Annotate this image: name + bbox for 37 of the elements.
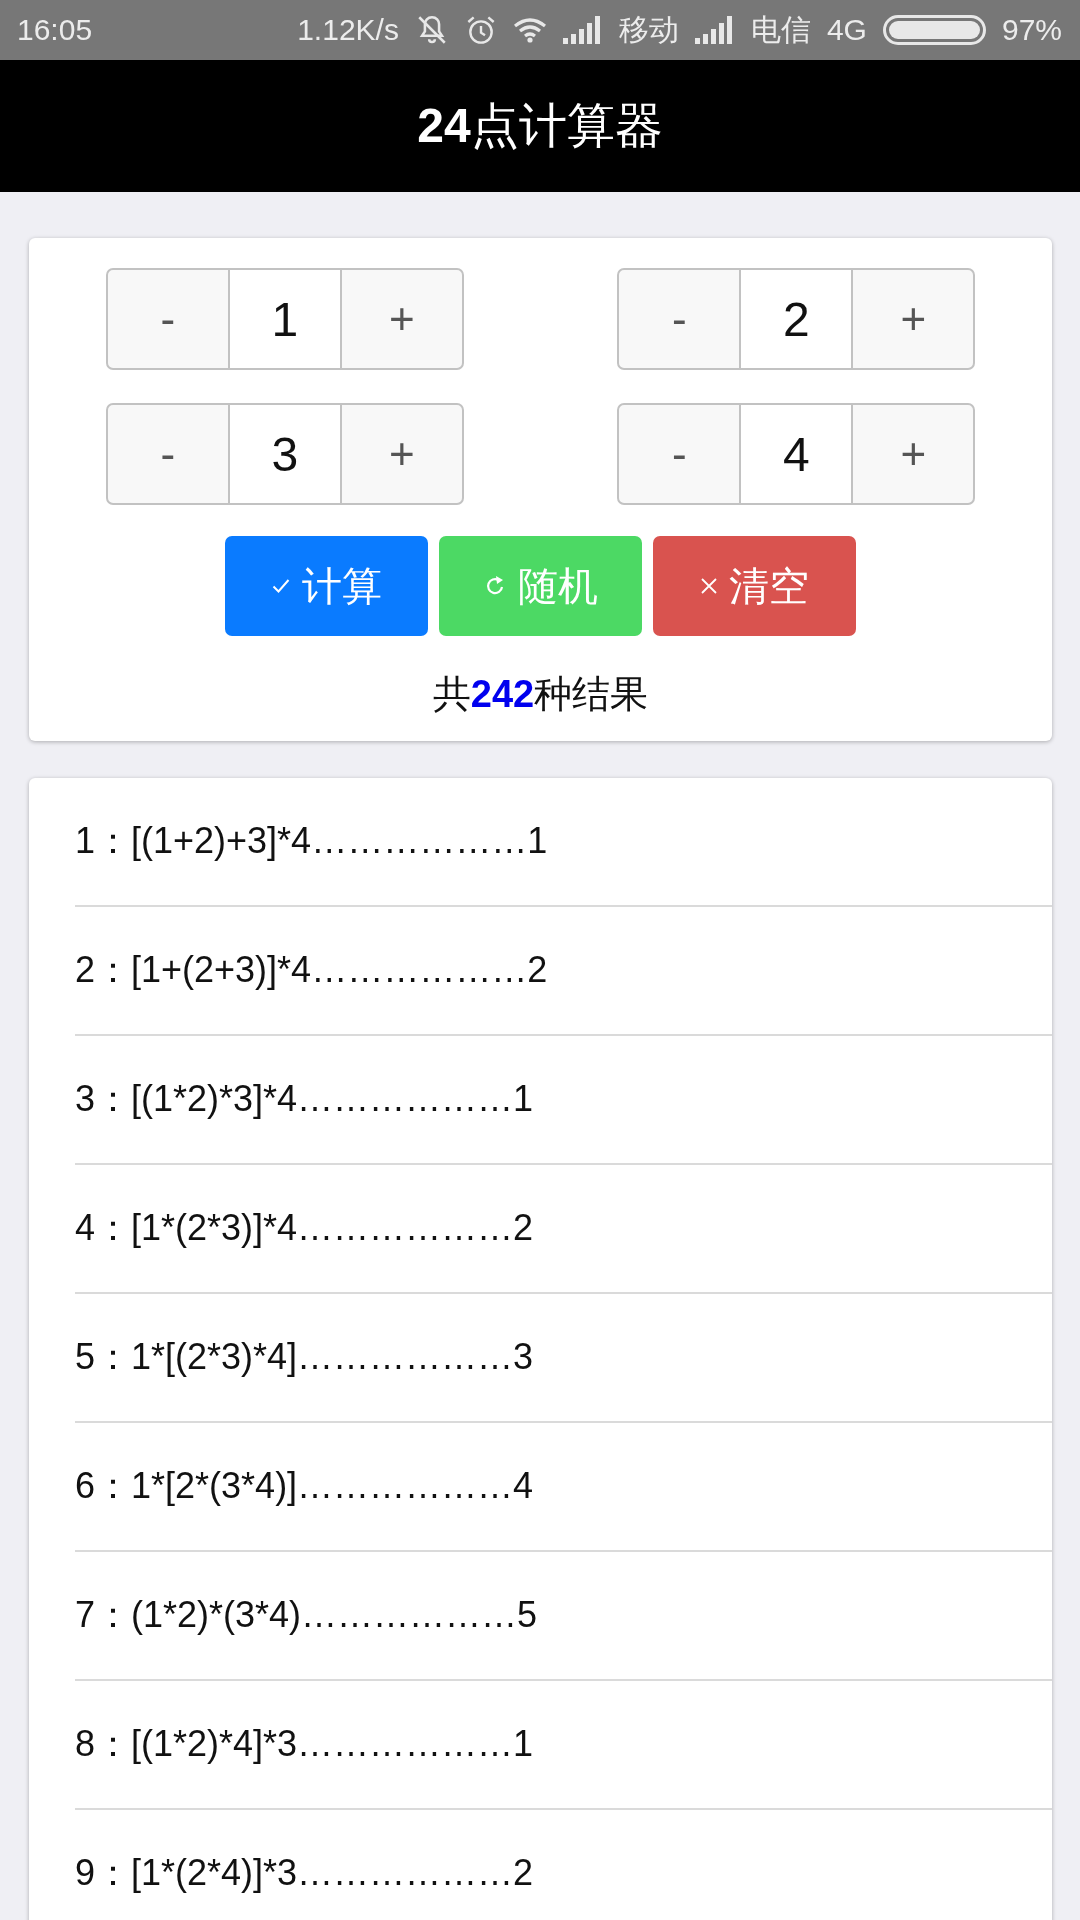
number-field[interactable]: 4 bbox=[741, 403, 852, 505]
plus-button[interactable]: + bbox=[339, 403, 464, 505]
plus-button[interactable]: + bbox=[851, 403, 976, 505]
plus-button[interactable]: + bbox=[339, 268, 464, 370]
result-text: 7：(1*2)*(3*4)………………5 bbox=[75, 1593, 538, 1637]
signal-icon bbox=[562, 16, 603, 44]
result-text: 6：1*[2*(3*4)]………………4 bbox=[75, 1464, 534, 1508]
result-text: 9：[1*(2*4)]*3………………2 bbox=[75, 1851, 534, 1895]
plus-button[interactable]: + bbox=[851, 268, 976, 370]
check-icon bbox=[271, 578, 290, 594]
clear-button[interactable]: 清空 bbox=[653, 536, 856, 636]
battery-icon bbox=[882, 15, 986, 45]
battery-percent: 97% bbox=[1001, 13, 1062, 47]
page-title: 24点计算器 bbox=[417, 98, 663, 154]
minus-button[interactable]: - bbox=[617, 268, 742, 370]
signal-icon bbox=[694, 16, 735, 44]
result-text: 4：[1*(2*3)]*4………………2 bbox=[75, 1206, 534, 1250]
result-count: 共242种结果 bbox=[432, 672, 649, 717]
close-icon bbox=[700, 578, 717, 594]
result-text: 3：[(1*2)*3]*4………………1 bbox=[75, 1077, 534, 1121]
wifi-icon bbox=[512, 17, 547, 43]
number-field[interactable]: 2 bbox=[741, 268, 852, 370]
calculate-button[interactable]: 计算 bbox=[225, 536, 428, 636]
network-type: 4G bbox=[826, 13, 867, 47]
minus-button[interactable]: - bbox=[105, 268, 230, 370]
carrier-name: 电信 bbox=[750, 11, 811, 48]
number-field[interactable]: 3 bbox=[229, 403, 340, 505]
minus-button[interactable]: - bbox=[617, 403, 742, 505]
minus-button[interactable]: - bbox=[105, 403, 230, 505]
number-field[interactable]: 1 bbox=[229, 268, 340, 370]
result-text: 2：[1+(2+3)]*4………………2 bbox=[75, 948, 548, 992]
result-text: 1：[(1+2)+3]*4………………1 bbox=[75, 819, 548, 863]
network-speed: 1.12K/s bbox=[297, 13, 399, 47]
result-text: 8：[(1*2)*4]*3………………1 bbox=[75, 1722, 534, 1766]
carrier-name: 移动 bbox=[618, 11, 679, 48]
result-text: 5：1*[(2*3)*4]………………3 bbox=[75, 1335, 534, 1379]
status-time: 16:05 bbox=[17, 13, 93, 47]
